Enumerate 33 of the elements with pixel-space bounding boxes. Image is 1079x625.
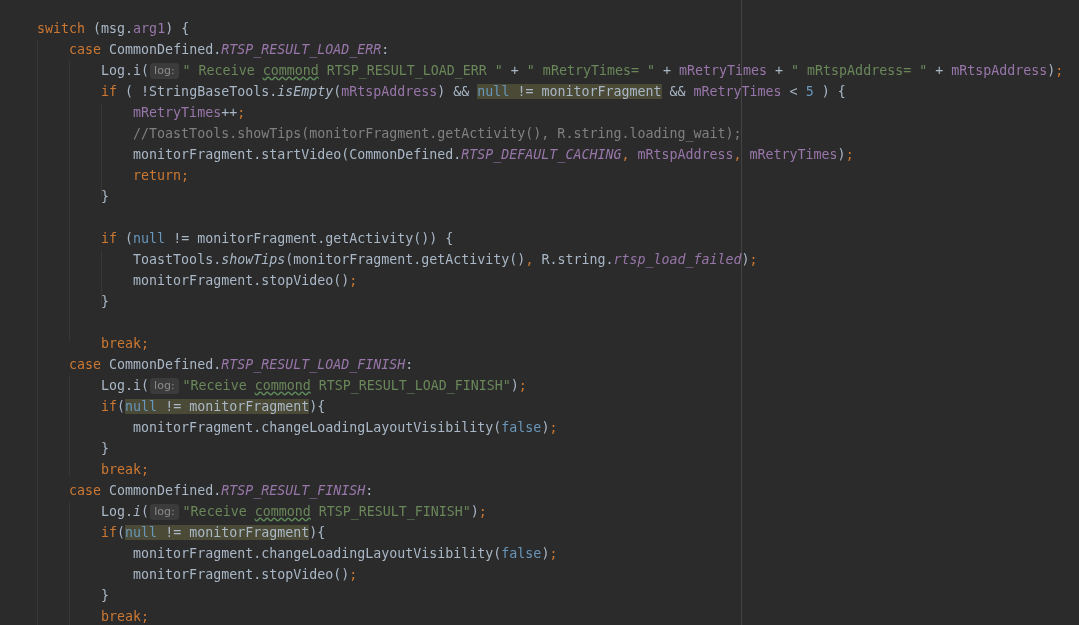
code-text: monitorFragment.changeLoadingLayoutVisibility(false); (132, 418, 558, 437)
code-text: "Receive commond RTSP_RESULT_LOAD_FINISH"); (182, 376, 527, 396)
code-text: } (100, 586, 110, 605)
code-text: monitorFragment.stopVideo(); (132, 565, 358, 584)
parameter-hint: log: (150, 62, 179, 79)
code-text: Log.i( (100, 376, 150, 395)
code-text: if (null != monitorFragment.getActivity()) { (100, 229, 454, 248)
code-text: switch (msg.arg1) { (36, 19, 190, 38)
code-text: Log.i( (100, 502, 150, 521)
code-text: monitorFragment.stopVideo(); (132, 271, 358, 290)
code-text: } (100, 187, 110, 206)
code-text: return; (132, 166, 190, 185)
code-text: if(null != monitorFragment){ (100, 397, 326, 416)
code-text: " Receive commond RTSP_RESULT_LOAD_ERR " + " mRetryTimes= " + mRetryTimes + " mRtspAddress= " + mRtspAddress); (182, 61, 1064, 81)
code-text: break; (100, 607, 150, 625)
code-text: Log.i( (100, 61, 150, 80)
code-text: monitorFragment.changeLoadingLayoutVisibility(false); (132, 544, 558, 563)
code-text: } (100, 292, 110, 311)
code-text: monitorFragment.startVideo(CommonDefined.RTSP_DEFAULT_CACHING, mRtspAddress, mRetryTimes); (132, 145, 854, 165)
parameter-hint: log: (150, 503, 179, 520)
code-text: case CommonDefined.RTSP_RESULT_LOAD_ERR: (68, 40, 390, 60)
code-text: break; (100, 334, 150, 353)
code-text: if(null != monitorFragment){ (100, 523, 326, 542)
code-text: case CommonDefined.RTSP_RESULT_FINISH: (68, 481, 374, 501)
code-text: case CommonDefined.RTSP_RESULT_LOAD_FINISH: (68, 355, 414, 375)
code-text: if ( !StringBaseTools.isEmpty(mRtspAddress) && null != monitorFragment && mRetryTimes < 5 ) { (100, 82, 846, 101)
parameter-hint: log: (150, 377, 179, 394)
code-text: mRetryTimes++; (132, 103, 246, 122)
code-text: "Receive commond RTSP_RESULT_FINISH"); (182, 502, 487, 522)
code-text: break; (100, 460, 150, 479)
code-text: } (100, 439, 110, 458)
code-text: //ToastTools.showTips(monitorFragment.getActivity(), R.string.loading_wait); (132, 124, 742, 144)
code-text: ToastTools.showTips(monitorFragment.getActivity(), R.string.rtsp_load_failed); (132, 250, 758, 270)
